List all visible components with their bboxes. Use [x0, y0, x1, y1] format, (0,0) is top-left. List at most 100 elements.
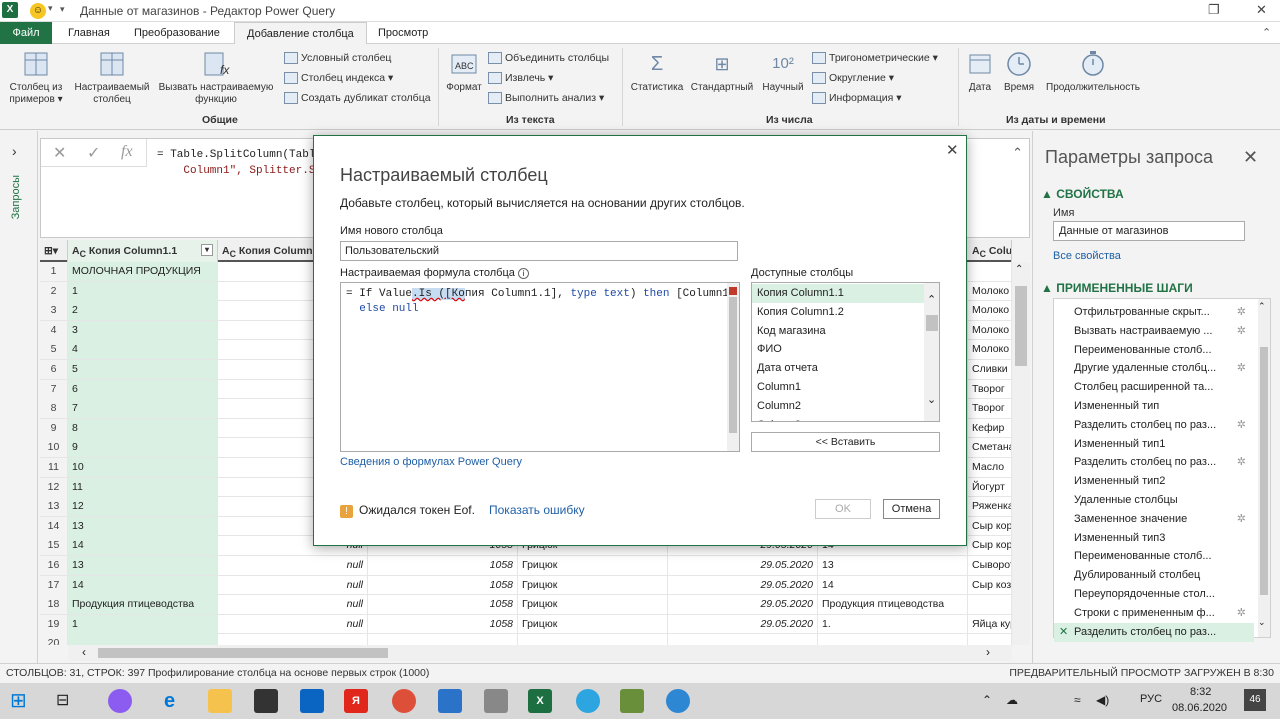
- table-cell[interactable]: Продукция птицеводства: [68, 595, 218, 615]
- table-cell[interactable]: 14: [68, 536, 218, 556]
- table-cell[interactable]: 6: [68, 379, 218, 399]
- table-cell[interactable]: 14: [818, 575, 968, 595]
- gear-icon[interactable]: ✲: [1237, 453, 1246, 472]
- queries-label[interactable]: Запросы: [10, 175, 22, 219]
- information-button[interactable]: Информация ▾: [812, 90, 901, 106]
- table-cell[interactable]: Сыворот: [968, 556, 1012, 575]
- table-cell[interactable]: 29.05.2020: [668, 595, 818, 615]
- scroll-up-icon[interactable]: ⌃: [1015, 264, 1023, 275]
- formula-editor[interactable]: = If Value.Is ([Копия Column1.1], type t…: [340, 282, 740, 452]
- table-cell[interactable]: 29.05.2020: [668, 614, 818, 634]
- table-cell[interactable]: Молоко: [968, 301, 1012, 321]
- properties-heading[interactable]: ▲ СВОЙСТВА: [1041, 187, 1124, 201]
- alice-icon[interactable]: [108, 689, 132, 713]
- store-icon[interactable]: [254, 689, 278, 713]
- wifi-icon[interactable]: ≈: [1074, 693, 1081, 707]
- table-cell[interactable]: 13: [68, 516, 218, 536]
- formula-code[interactable]: = If Value.Is ([Копия Column1.1], type t…: [346, 287, 736, 317]
- scroll-right-icon[interactable]: ›: [986, 645, 990, 659]
- table-cell[interactable]: null: [218, 595, 368, 615]
- date-button[interactable]: Дата: [962, 50, 998, 94]
- available-column-item[interactable]: Копия Column1.2: [752, 303, 924, 322]
- check-icon[interactable]: ✓: [87, 143, 100, 163]
- grid-vertical-scrollbar[interactable]: ⌃: [1012, 262, 1030, 645]
- table-cell[interactable]: 13: [68, 556, 218, 575]
- table-cell[interactable]: Творог: [968, 399, 1012, 419]
- available-column-item[interactable]: Column2: [752, 397, 924, 416]
- gear-icon[interactable]: ✲: [1237, 303, 1246, 322]
- available-column-item[interactable]: Код магазина: [752, 322, 924, 341]
- onedrive-icon[interactable]: ☁: [1006, 693, 1018, 707]
- table-cell[interactable]: [68, 634, 218, 645]
- formula-help-link[interactable]: Сведения о формулах Power Query: [340, 456, 522, 468]
- table-cell[interactable]: Масло: [968, 458, 1012, 477]
- cancel-button[interactable]: Отмена: [883, 499, 940, 519]
- excel-taskbar-icon[interactable]: X: [528, 689, 552, 713]
- table-cell[interactable]: 12: [68, 497, 218, 517]
- table-cell[interactable]: Молоко: [968, 281, 1012, 301]
- table-cell[interactable]: [218, 634, 368, 645]
- grid-horizontal-scrollbar[interactable]: ‹ ›: [68, 645, 1012, 661]
- table-cell[interactable]: 7: [68, 399, 218, 419]
- close-panel-icon[interactable]: ✕: [1243, 147, 1258, 168]
- mail-icon[interactable]: [300, 689, 324, 713]
- language-indicator[interactable]: РУС: [1140, 693, 1162, 705]
- format-button[interactable]: ABC Формат: [442, 50, 486, 94]
- available-column-item[interactable]: Копия Column1.1: [752, 284, 924, 303]
- insert-button[interactable]: << Вставить: [751, 432, 940, 452]
- table-row[interactable]: 20: [40, 634, 1012, 645]
- table-cell[interactable]: Молоко: [968, 320, 1012, 340]
- table-cell[interactable]: [668, 634, 818, 645]
- restore-icon[interactable]: ❐: [1208, 2, 1220, 18]
- statistics-button[interactable]: Σ Статистика: [628, 50, 686, 94]
- table-cell[interactable]: [968, 262, 1012, 281]
- available-column-item[interactable]: ФИО: [752, 340, 924, 359]
- index-column-button[interactable]: Столбец индекса ▾: [284, 70, 393, 86]
- scroll-left-icon[interactable]: ‹: [82, 645, 86, 659]
- table-cell[interactable]: null: [218, 614, 368, 634]
- dropdown-arrow-icon[interactable]: ▾: [48, 3, 53, 14]
- cancel-icon[interactable]: ✕: [53, 143, 66, 163]
- table-cell[interactable]: 8: [68, 418, 218, 438]
- smiley-icon[interactable]: ☺: [30, 3, 46, 19]
- steps-scrollbar[interactable]: ⌃ ⌄: [1258, 299, 1270, 637]
- yandex-icon[interactable]: Я: [344, 689, 368, 713]
- scroll-thumb[interactable]: [1015, 286, 1027, 366]
- formula-text[interactable]: = Table.SplitColumn(Table Column1", Spli…: [157, 147, 322, 179]
- table-cell[interactable]: 29.05.2020: [668, 556, 818, 575]
- table-cell[interactable]: 4: [68, 340, 218, 360]
- table-cell[interactable]: 1: [68, 281, 218, 301]
- table-cell[interactable]: 1058: [368, 614, 518, 634]
- query-name-input[interactable]: Данные от магазинов: [1053, 221, 1245, 241]
- table-cell[interactable]: 11: [68, 477, 218, 497]
- duration-button[interactable]: Продолжительность: [1040, 50, 1146, 94]
- table-cell[interactable]: 13: [818, 556, 968, 575]
- table-cell[interactable]: 1058: [368, 595, 518, 615]
- extract-button[interactable]: Извлечь ▾: [488, 70, 553, 86]
- available-column-item[interactable]: Column1: [752, 378, 924, 397]
- table-cell[interactable]: Грицюк: [518, 556, 668, 575]
- column-header[interactable]: AC Column: [968, 240, 1012, 262]
- table-cell[interactable]: Сыр коз: [968, 575, 1012, 595]
- column-from-examples-button[interactable]: Столбец из примеров ▾: [4, 50, 68, 106]
- time-button[interactable]: Время: [1000, 50, 1038, 94]
- scroll-thumb[interactable]: [729, 297, 737, 433]
- table-cell[interactable]: Грицюк: [518, 614, 668, 634]
- table-row[interactable]: 17 14 null 1058 Грицюк 29.05.2020 14 Сыр коз: [40, 575, 1012, 596]
- duplicate-column-button[interactable]: Создать дубликат столбца: [284, 90, 431, 106]
- table-row[interactable]: 16 13 null 1058 Грицюк 29.05.2020 13 Сыворот: [40, 556, 1012, 576]
- table-cell[interactable]: [968, 634, 1012, 645]
- table-cell[interactable]: Продукция птицеводства: [818, 595, 968, 615]
- windows-start-icon[interactable]: ⊞: [10, 689, 34, 713]
- scroll-up-icon[interactable]: ⌃: [1258, 301, 1266, 312]
- invoke-custom-function-button[interactable]: fx Вызвать настраиваемую функцию: [156, 50, 276, 106]
- table-cell[interactable]: Сыр кор: [968, 516, 1012, 536]
- rounding-button[interactable]: Округление ▾: [812, 70, 894, 86]
- standard-button[interactable]: ⊞ Стандартный: [688, 50, 756, 94]
- applied-steps-heading[interactable]: ▲ ПРИМЕНЕННЫЕ ШАГИ: [1041, 281, 1193, 295]
- applied-step[interactable]: Дублированный столбец: [1054, 566, 1254, 585]
- parse-button[interactable]: Выполнить анализ ▾: [488, 90, 604, 106]
- table-cell[interactable]: Молоко: [968, 340, 1012, 360]
- scroll-thumb[interactable]: [98, 648, 388, 658]
- table-cell[interactable]: [368, 634, 518, 645]
